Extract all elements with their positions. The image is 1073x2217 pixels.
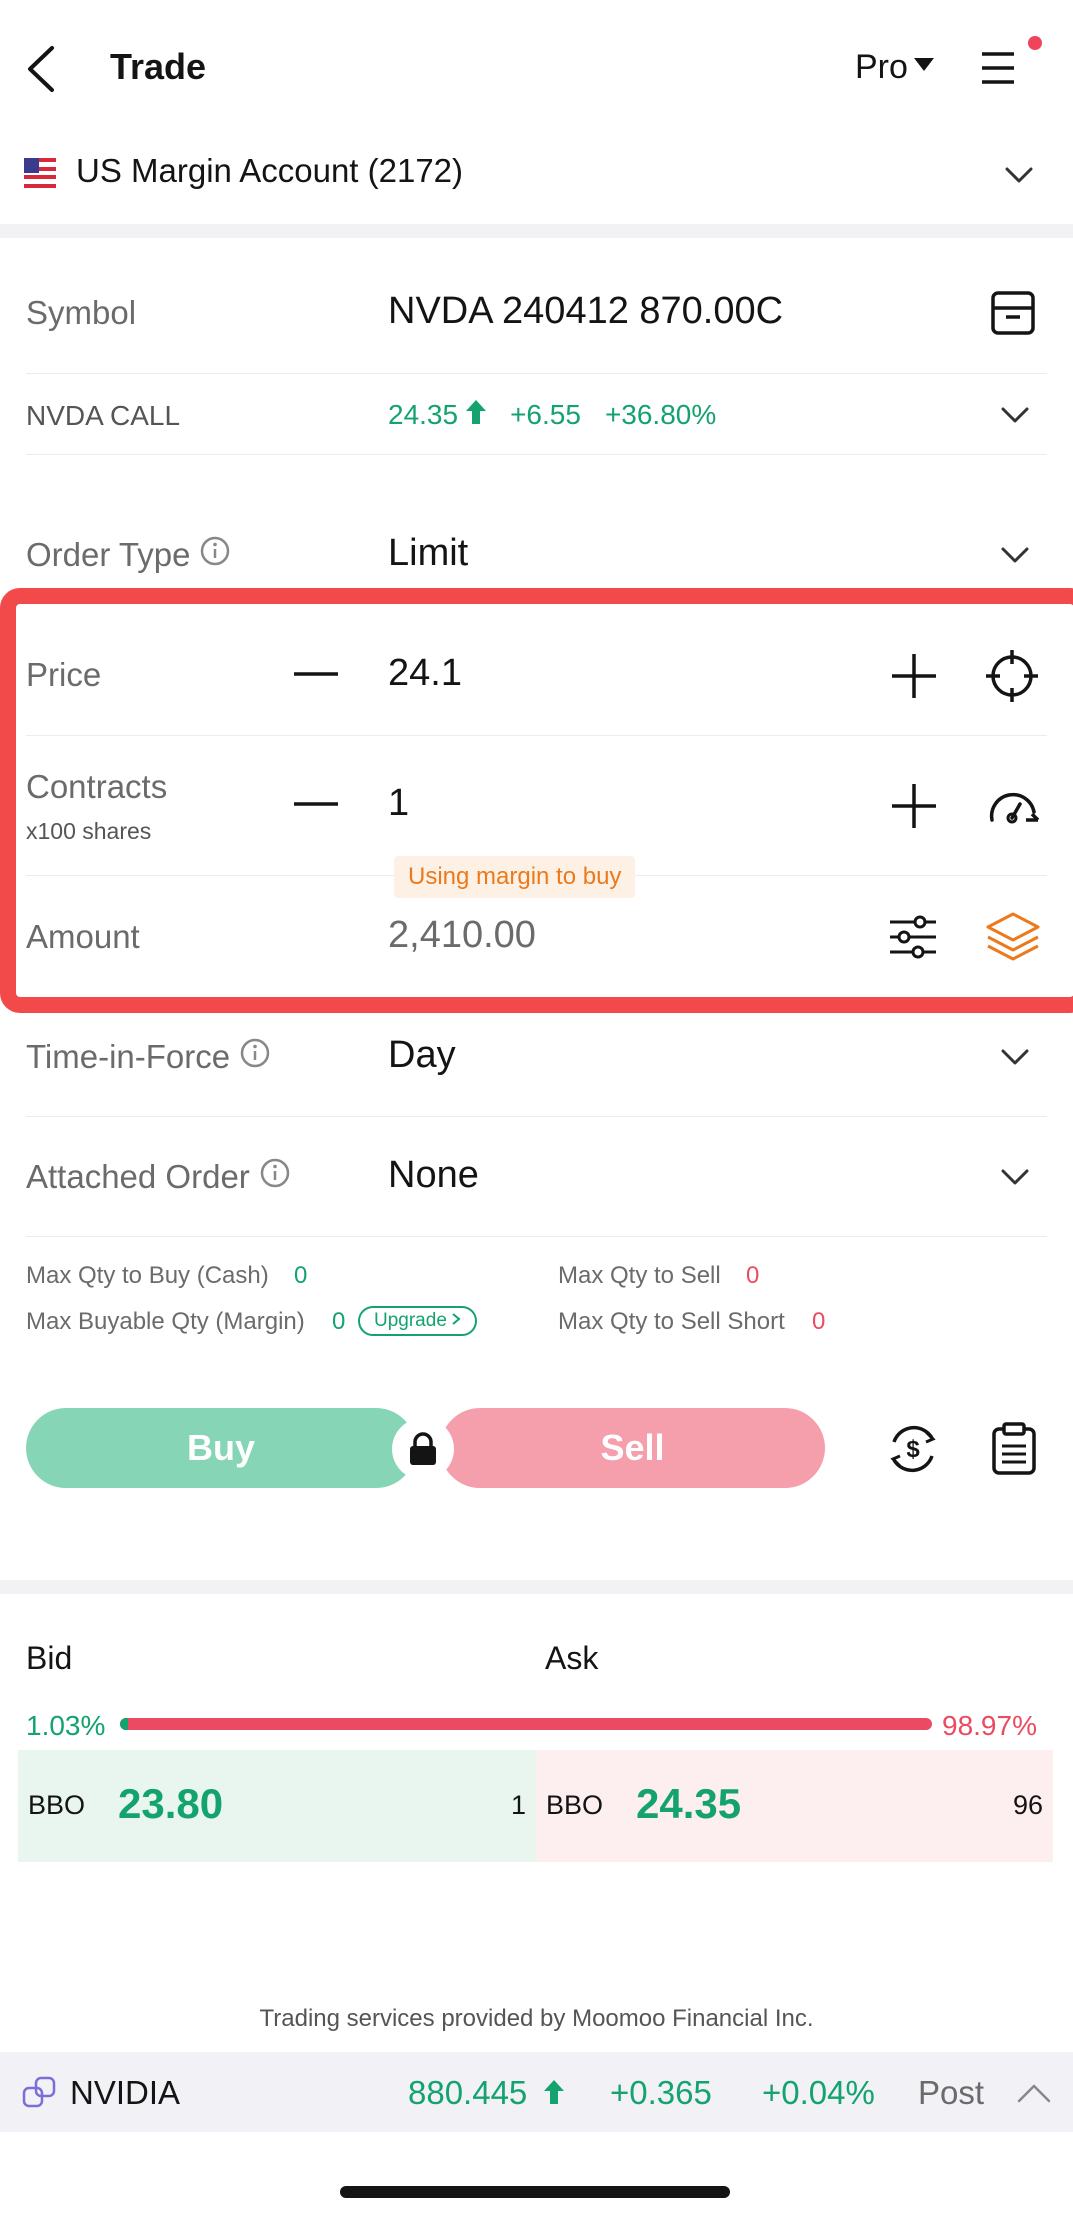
ask-pct: 98.97% [942,1710,1037,1741]
section-divider [0,224,1073,238]
ask-bbo-label: BBO [546,1790,604,1820]
symbol-value[interactable]: NVDA 240412 870.00C [388,290,783,333]
divider [26,1116,1047,1117]
chevron-down-icon[interactable] [1000,1048,1030,1071]
order-type-label: Order Type [26,536,230,574]
sell-button[interactable]: Sell [440,1408,825,1488]
upgrade-button[interactable]: Upgrade [358,1306,477,1336]
divider [26,1236,1047,1237]
ask-price: 24.35 [636,1780,742,1827]
ask-size: 96 [1012,1790,1043,1820]
max-buy-cash-label: Max Qty to Buy (Cash) [26,1262,269,1289]
home-indicator [340,2186,730,2198]
provider-text: Trading services provided by Moomoo Fina… [259,2005,814,2032]
bid-size: 1 [510,1790,526,1820]
symbol-change-pct: +36.80% [604,399,717,430]
chevron-up-icon[interactable] [1016,2082,1052,2109]
caret-down-icon [913,58,934,77]
info-icon[interactable] [240,1038,270,1076]
highlight-box [0,588,1073,1013]
arrow-up-icon [544,2080,564,2109]
link-icon [22,2076,58,2113]
bid-label: Bid [26,1640,73,1676]
bid-price: 23.80 [118,1780,224,1827]
tif-label: Time-in-Force [26,1038,270,1076]
bid-ratio-fill [120,1718,129,1730]
page-title: Trade [110,46,207,87]
bid-bbo-label: BBO [28,1790,86,1820]
symbol-quote: 24.35 +6.55 +36.80% [388,399,716,431]
pro-mode-label: Pro [855,48,908,86]
max-buy-margin-label: Max Buyable Qty (Margin) [26,1308,305,1335]
ticker-change: +0.365 [610,2074,712,2111]
order-type-value[interactable]: Limit [388,532,468,575]
max-buy-margin-value: 0 [332,1308,346,1335]
ticker-price: 880.445 [408,2074,528,2111]
watchlist-box-icon[interactable] [990,290,1036,341]
ticker-name: NVIDIA [70,2074,181,2111]
bid-pct: 1.03% [26,1710,106,1741]
max-short-value: 0 [812,1308,826,1335]
chevron-down-icon[interactable] [1000,1168,1030,1191]
divider [26,373,1047,374]
bid-ask-ratio-bar [120,1718,932,1730]
chevron-down-icon[interactable] [1000,546,1030,569]
attached-order-value[interactable]: None [388,1154,479,1197]
contract-type-label: NVDA CALL [26,400,181,431]
bid-panel[interactable]: BBO 23.80 1 [18,1750,536,1862]
info-icon[interactable] [260,1158,290,1196]
chevron-down-icon[interactable] [1000,406,1030,429]
svg-text:$: $ [906,1436,920,1463]
account-name: US Margin Account (2172) [76,152,464,189]
notification-dot [1028,36,1042,50]
max-buy-cash-value: 0 [294,1262,308,1289]
symbol-label: Symbol [26,294,137,331]
ask-panel[interactable]: BBO 24.35 96 [536,1750,1053,1862]
symbol-price: 24.35 [388,399,459,430]
attached-order-label: Attached Order [26,1158,290,1196]
buy-button[interactable]: Buy [26,1408,416,1488]
chevron-right-icon [451,1310,461,1332]
symbol-change: +6.55 [510,399,581,430]
currency-exchange-icon[interactable]: $ [886,1422,940,1481]
clipboard-icon[interactable] [990,1422,1038,1481]
menu-icon[interactable] [978,48,1024,93]
account-selector[interactable]: US Margin Account (2172) [0,140,1073,220]
max-sell-label: Max Qty to Sell [558,1262,721,1289]
ticker-session: Post [918,2074,985,2111]
ask-label: Ask [545,1640,599,1676]
info-icon[interactable] [200,536,230,574]
arrow-up-icon [466,399,487,431]
tif-value[interactable]: Day [388,1034,456,1077]
max-short-label: Max Qty to Sell Short [558,1308,785,1335]
lock-icon[interactable] [392,1418,454,1480]
ticker-bar[interactable]: NVIDIA 880.445 +0.365 +0.04% Post [0,2052,1073,2132]
pro-mode-toggle[interactable]: Pro [855,48,934,87]
max-sell-value: 0 [746,1262,760,1289]
section-divider [0,1580,1073,1594]
ticker-change-pct: +0.04% [762,2074,875,2111]
us-flag-icon [24,158,56,193]
chevron-down-icon [1004,166,1034,189]
divider [26,454,1047,455]
back-icon[interactable] [24,44,58,99]
